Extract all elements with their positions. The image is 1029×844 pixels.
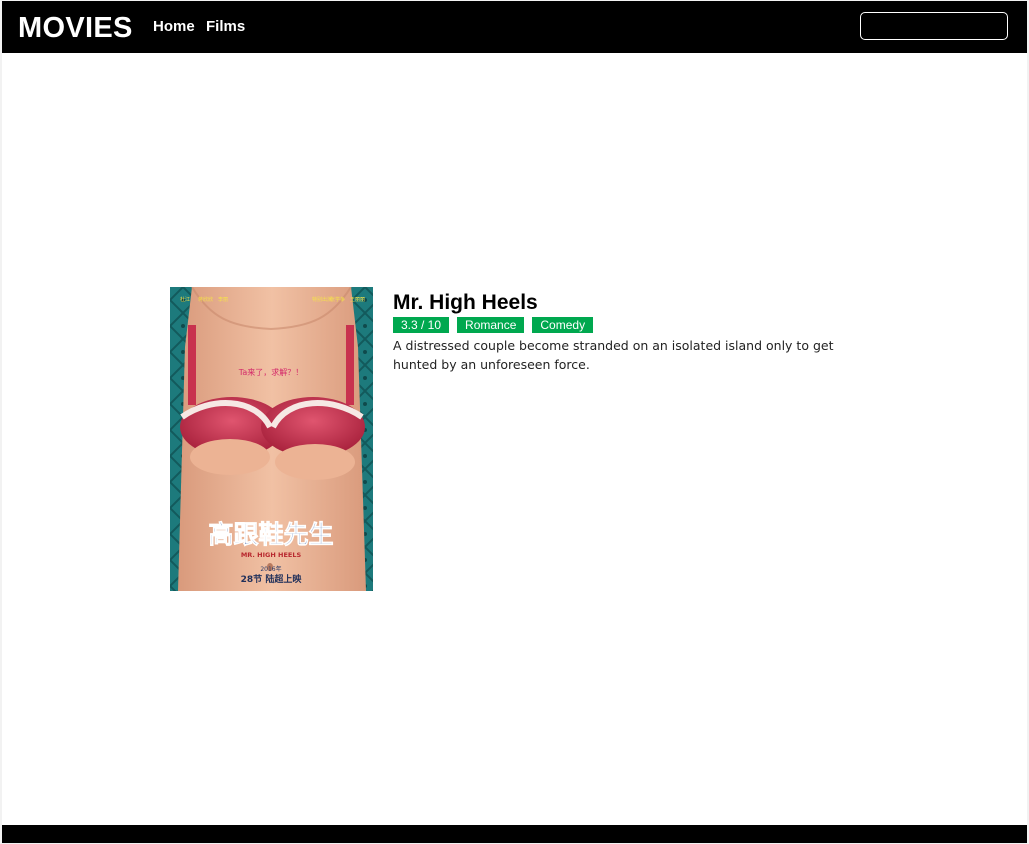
svg-text:蒋欣欣: 蒋欣欣 [198,296,213,303]
movie-title: Mr. High Heels [393,291,538,314]
brand-logo[interactable]: MOVIES [18,11,133,45]
movie-poster-image: 杜江 蒋欣欣 李丽 特别出演 张学争 王丽丽 Ta来了，求解？！ 高跟鞋先生 M… [170,287,373,591]
svg-text:2016年: 2016年 [260,565,281,573]
footer [2,825,1027,843]
rating-badge: 3.3 / 10 [393,317,450,333]
movie-description: A distressed couple become stranded on a… [393,338,834,372]
genre-badge-romance[interactable]: Romance [457,317,525,333]
svg-text:Ta来了，求解？！: Ta来了，求解？！ [238,367,303,377]
svg-text:李丽: 李丽 [218,296,228,303]
search-input[interactable] [860,12,1008,40]
navbar: MOVIES Home Films [2,1,1027,53]
svg-text:王丽丽: 王丽丽 [350,297,365,303]
svg-text:杜江: 杜江 [180,296,190,303]
svg-text:高跟鞋先生: 高跟鞋先生 [208,520,333,549]
svg-text:张学争: 张学争 [330,296,345,303]
genre-badge-comedy[interactable]: Comedy [532,317,594,333]
svg-text:28节 陆超上映: 28节 陆超上映 [241,573,303,585]
nav-link-films[interactable]: Films [206,18,245,36]
movie-poster[interactable]: 杜江 蒋欣欣 李丽 特别出演 张学争 王丽丽 Ta来了，求解？！ 高跟鞋先生 M… [170,287,373,591]
movie-badges: 3.3 / 10 Romance Comedy [393,317,594,333]
nav-link-home[interactable]: Home [153,18,195,36]
svg-text:MR. HIGH HEELS: MR. HIGH HEELS [241,551,302,559]
page: MOVIES Home Films 杜江 蒋欣欣 李丽 特别出演 张学争 王丽丽… [2,1,1027,843]
svg-text:特别出演: 特别出演 [312,296,332,303]
